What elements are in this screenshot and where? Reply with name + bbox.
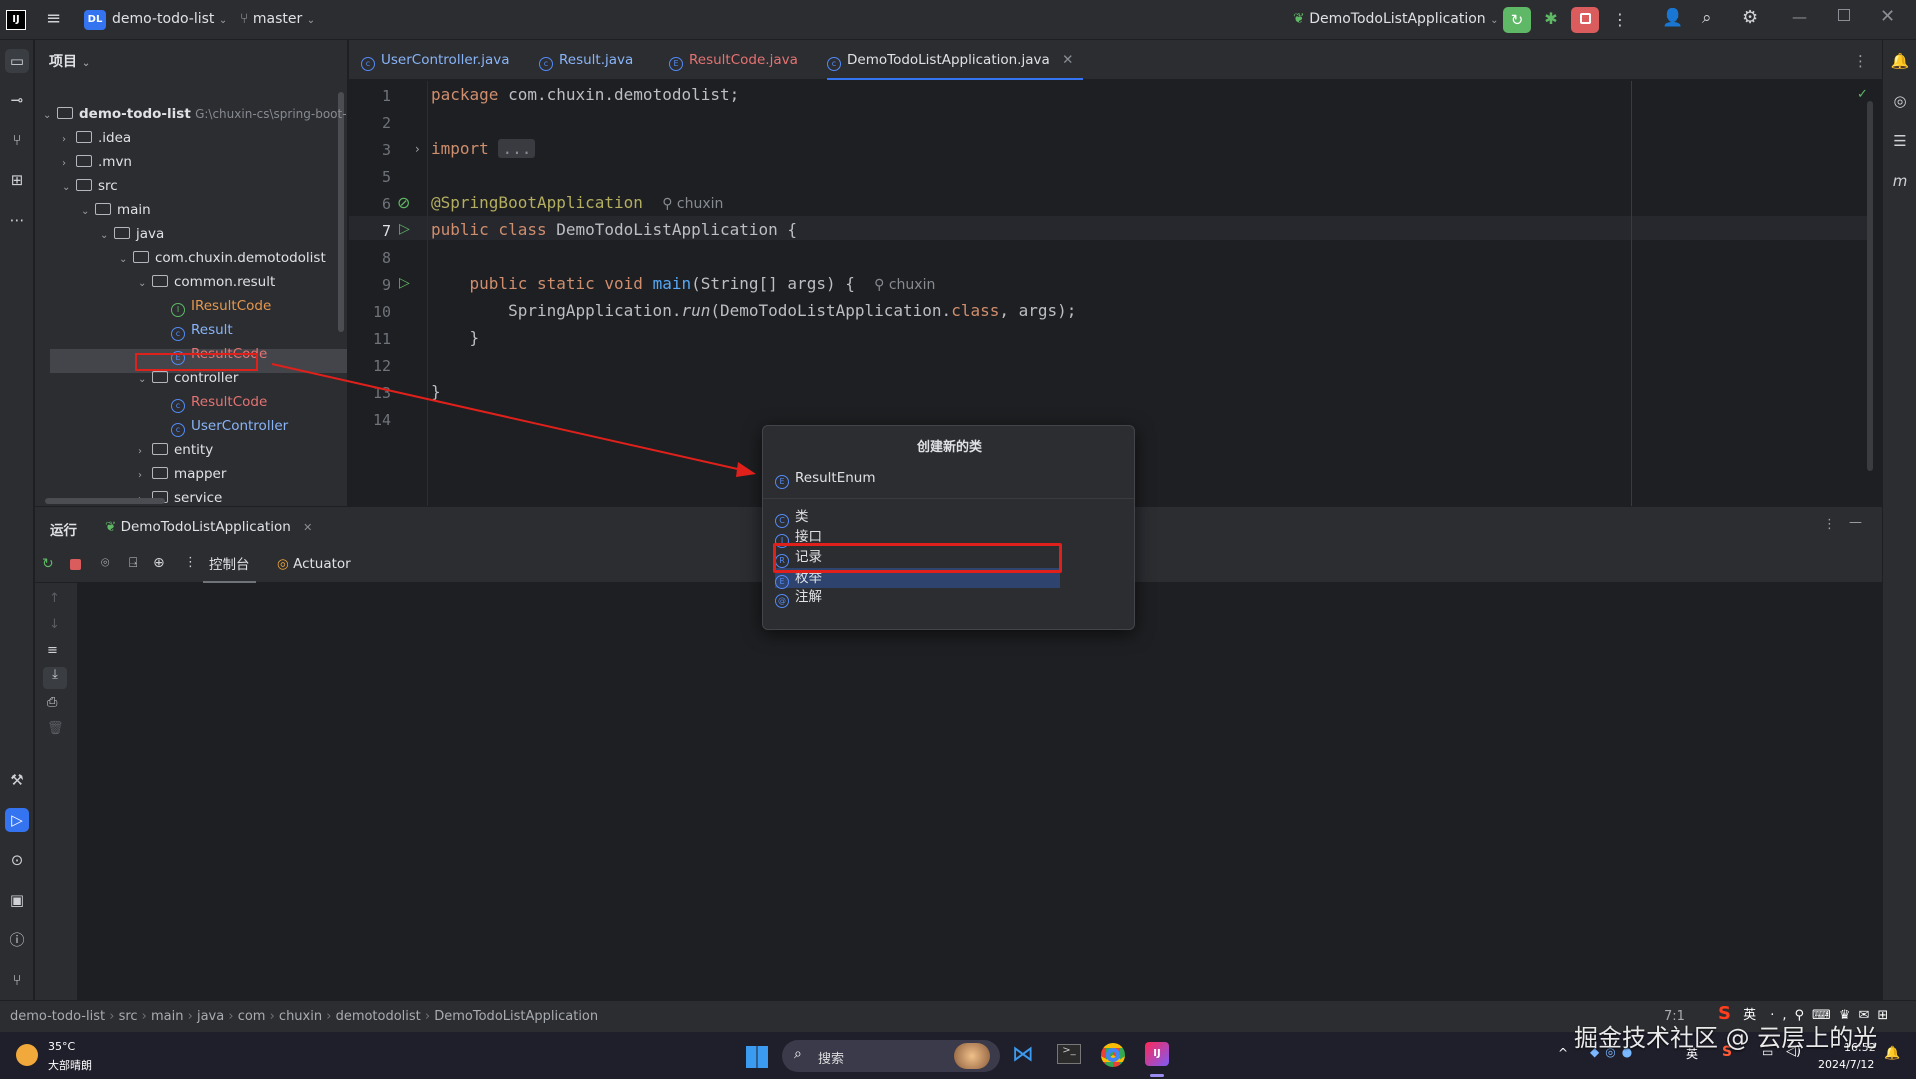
annotation-arrow [271, 363, 756, 477]
